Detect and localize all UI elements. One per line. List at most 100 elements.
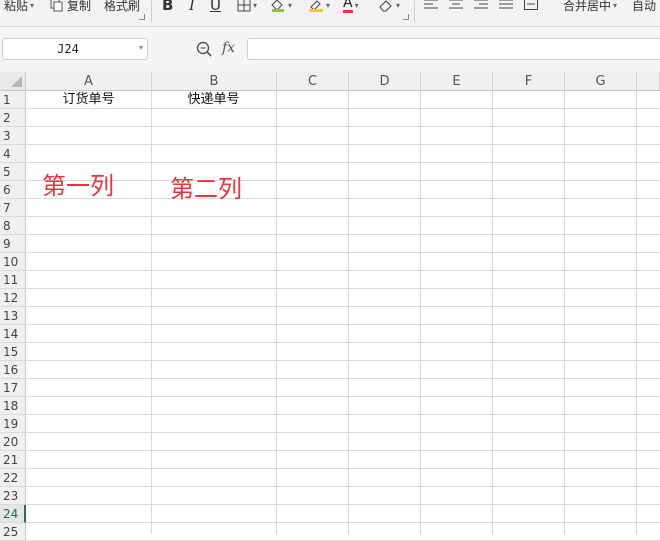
grid-line [26, 450, 660, 451]
merge-center-label: 合并居中 [563, 0, 612, 13]
row-header-13[interactable]: 13 [0, 307, 26, 325]
highlight-color-button[interactable]: ▾ [308, 0, 330, 14]
grid-line [26, 324, 660, 325]
row-header-2[interactable]: 2 [0, 109, 26, 127]
font-color-label: A [343, 0, 353, 13]
distributed-button[interactable] [524, 0, 538, 14]
row-header-17[interactable]: 17 [0, 379, 26, 397]
row-header-19[interactable]: 19 [0, 415, 26, 433]
merge-center-button[interactable]: 合并居中 ▾ [563, 0, 617, 14]
chevron-down-icon: ▾ [326, 0, 331, 10]
align-right-button[interactable] [474, 0, 488, 14]
row-header-25[interactable]: 25 [0, 523, 26, 541]
row-header-8[interactable]: 8 [0, 217, 26, 235]
font-color-button[interactable]: A ▾ [343, 0, 359, 14]
row-header-1[interactable]: 1 [0, 91, 26, 109]
chevron-down-icon: ▾ [30, 0, 35, 10]
row-header-5[interactable]: 5 [0, 163, 26, 181]
cell-a1[interactable]: 订货单号 [26, 91, 151, 109]
annotation-first-column: 第一列 [42, 172, 114, 200]
grid-line [26, 360, 660, 361]
ribbon-toolbar: 粘贴 ▾ 复制 格式刷 B I U ▾ ▾ ▾ A ▾ ▾ 合并居中 ▾ 自动 [0, 0, 660, 27]
justify-button[interactable] [499, 0, 513, 14]
highlight-icon [309, 0, 323, 12]
name-box-value: J24 [57, 42, 79, 56]
divider [414, 0, 415, 22]
copy-icon [50, 0, 63, 12]
clear-button[interactable]: ▾ [378, 0, 400, 14]
row-header-20[interactable]: 20 [0, 433, 26, 451]
distributed-align-icon [524, 0, 538, 10]
row-header-22[interactable]: 22 [0, 469, 26, 487]
bold-button[interactable]: B [162, 0, 173, 14]
fill-button[interactable]: ▾ [270, 0, 292, 14]
row-header-18[interactable]: 18 [0, 397, 26, 415]
row-header-14[interactable]: 14 [0, 325, 26, 343]
grid-line [26, 216, 660, 217]
grid-line [26, 198, 660, 199]
fx-button[interactable]: fx [222, 40, 235, 56]
format-painter-button[interactable]: 格式刷 [104, 0, 140, 14]
grid-line [26, 432, 660, 433]
name-box[interactable]: J24 ▾ [2, 38, 148, 60]
column-header-a[interactable]: A [26, 72, 152, 91]
bold-label: B [162, 0, 174, 14]
align-center-button[interactable] [449, 0, 463, 14]
grid-line [26, 342, 660, 343]
divider [151, 0, 152, 22]
row-header-11[interactable]: 11 [0, 271, 26, 289]
grid-line [26, 306, 660, 307]
clipboard-launcher-icon[interactable] [139, 14, 145, 20]
row-header-23[interactable]: 23 [0, 487, 26, 505]
border-button[interactable]: ▾ [237, 0, 257, 14]
grid-line [26, 162, 660, 163]
row-header-6[interactable]: 6 [0, 181, 26, 199]
row-header-12[interactable]: 12 [0, 289, 26, 307]
underline-button[interactable]: U [210, 0, 221, 14]
formula-input[interactable] [247, 38, 660, 60]
row-header-4[interactable]: 4 [0, 145, 26, 163]
row-header-15[interactable]: 15 [0, 343, 26, 361]
chevron-down-icon[interactable]: ▾ [139, 43, 143, 52]
grid-line [26, 252, 660, 253]
grid-line [26, 126, 660, 127]
row-header-16[interactable]: 16 [0, 361, 26, 379]
italic-button[interactable]: I [189, 0, 195, 14]
column-header-b[interactable]: B [152, 72, 277, 91]
row-header-21[interactable]: 21 [0, 451, 26, 469]
annotation-second-column: 第二列 [170, 175, 242, 203]
align-left-button[interactable] [424, 0, 438, 14]
grid-line [26, 144, 660, 145]
column-header-d[interactable]: D [349, 72, 421, 91]
border-icon [237, 0, 251, 12]
underline-label: U [210, 0, 221, 14]
auto-wrap-button[interactable]: 自动 [632, 0, 656, 14]
select-all-button[interactable] [0, 72, 26, 91]
italic-label: I [189, 0, 195, 14]
cell-b1[interactable]: 快递单号 [151, 91, 276, 109]
column-header-c[interactable]: C [277, 72, 349, 91]
row-header-10[interactable]: 10 [0, 253, 26, 271]
grid-line [26, 180, 660, 181]
row-header-9[interactable]: 9 [0, 235, 26, 253]
spreadsheet-grid: A B C D E F G 1 2 3 4 5 6 7 8 9 10 11 12 13 14 15 16 17 1… [0, 72, 660, 541]
zoom-icon[interactable] [196, 41, 212, 57]
copy-label: 复制 [67, 0, 92, 13]
row-header-3[interactable]: 3 [0, 127, 26, 145]
align-right-icon [474, 0, 488, 9]
row-header-24[interactable]: 24 [0, 505, 26, 523]
font-launcher-icon[interactable] [403, 14, 409, 20]
paste-button[interactable]: 粘贴 ▾ [4, 0, 34, 14]
copy-button[interactable]: 复制 [50, 0, 91, 14]
cell-area[interactable]: 订货单号 快递单号 第一列 第二列 [26, 91, 660, 541]
column-header-g[interactable]: G [565, 72, 637, 91]
column-header-partial[interactable] [637, 72, 660, 91]
align-left-icon [424, 0, 438, 9]
column-header-f[interactable]: F [493, 72, 565, 91]
row-header-7[interactable]: 7 [0, 199, 26, 217]
eraser-icon [379, 0, 392, 12]
grid-line [26, 288, 660, 289]
grid-line [26, 396, 660, 397]
column-header-e[interactable]: E [421, 72, 493, 91]
grid-line [26, 522, 660, 523]
